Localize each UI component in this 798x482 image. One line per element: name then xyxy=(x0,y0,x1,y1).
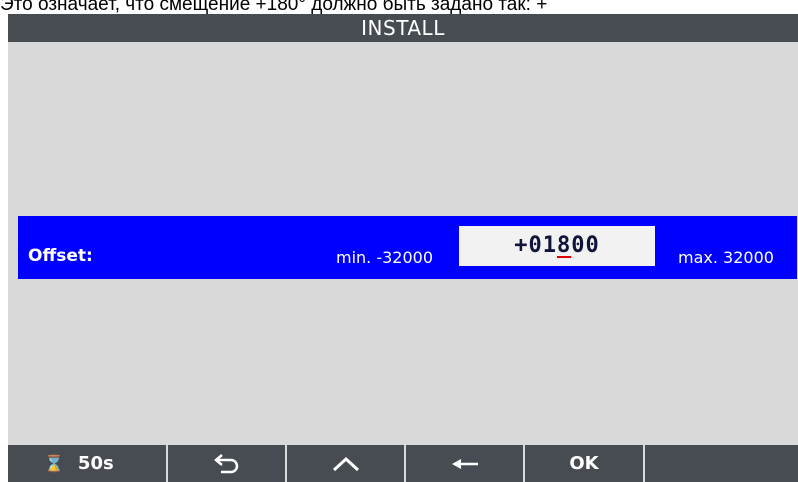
up-button[interactable] xyxy=(287,445,406,482)
return-arrow-icon xyxy=(213,453,238,473)
offset-value-field[interactable]: +01800 xyxy=(459,226,655,266)
back-button[interactable] xyxy=(168,445,287,482)
empty-softkey xyxy=(645,445,787,482)
parameter-max: max. 32000 xyxy=(678,248,774,267)
value-digit-1: 0 xyxy=(528,233,543,258)
value-digit-2: 1 xyxy=(542,233,557,258)
offset-parameter-row[interactable]: Offset: min. -32000 +01800 max. 32000 xyxy=(18,216,797,279)
timeout-indicator: ⌛ 50s xyxy=(8,445,168,482)
window-title: INSTALL xyxy=(8,14,798,42)
value-digit-cursor[interactable]: 8 xyxy=(557,226,571,266)
left-button[interactable] xyxy=(406,445,525,482)
ok-button[interactable]: OK xyxy=(525,445,645,482)
value-digit-5: 0 xyxy=(585,233,600,258)
parameter-min: min. -32000 xyxy=(336,248,434,267)
left-arrow-icon xyxy=(451,458,478,469)
value-digit-4: 0 xyxy=(571,233,586,258)
softkey-bar: ⌛ 50s OK xyxy=(8,445,798,482)
caption-text: Это означает, что смещение +180° должно … xyxy=(0,0,548,14)
ok-label: OK xyxy=(569,453,599,474)
device-screen: INSTALL Offset: min. -32000 +01800 max. … xyxy=(8,14,798,482)
chevron-up-icon xyxy=(332,456,359,471)
value-sign: + xyxy=(514,233,529,258)
parameter-label: Offset: xyxy=(28,246,93,266)
hourglass-icon: ⌛ xyxy=(44,454,64,473)
timer-label: 50s xyxy=(77,453,114,474)
